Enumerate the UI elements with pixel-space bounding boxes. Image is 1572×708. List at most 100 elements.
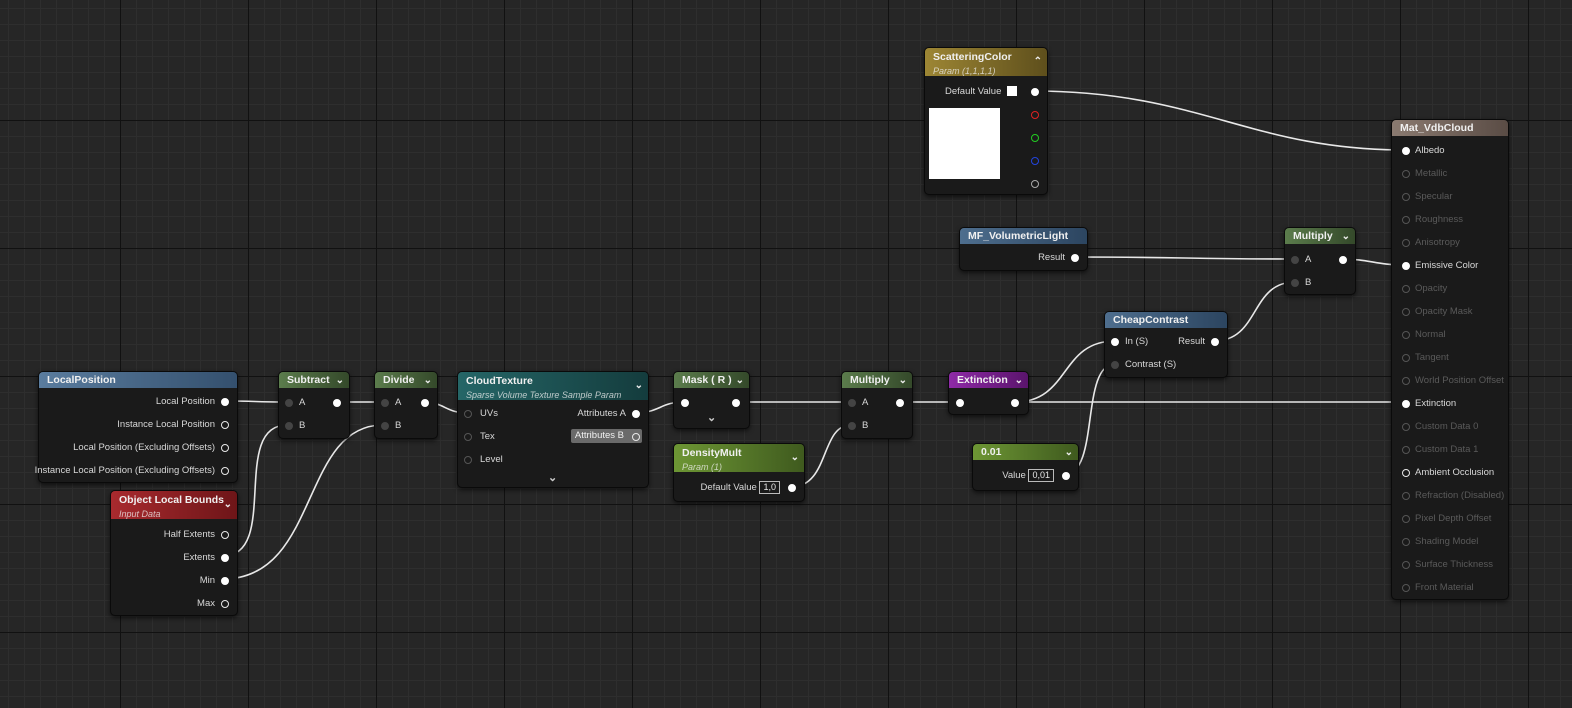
output-pin[interactable] bbox=[732, 399, 740, 407]
material-input-pin[interactable] bbox=[1402, 377, 1410, 385]
output-pin[interactable] bbox=[221, 577, 229, 585]
material-input-pin[interactable] bbox=[1402, 423, 1410, 431]
output-pin[interactable] bbox=[896, 399, 904, 407]
material-input-pin[interactable] bbox=[1402, 538, 1410, 546]
node-subtract[interactable]: Subtract ⌄ A B bbox=[278, 371, 350, 439]
material-input-pin[interactable] bbox=[1402, 492, 1410, 500]
chevron-down-icon[interactable]: ⌄ bbox=[548, 471, 557, 484]
input-pin[interactable] bbox=[848, 422, 856, 430]
input-pin[interactable] bbox=[681, 399, 689, 407]
input-pin[interactable] bbox=[1111, 338, 1119, 346]
color-swatch[interactable] bbox=[1007, 86, 1017, 97]
material-input-pin[interactable] bbox=[1402, 400, 1410, 408]
node-multiply-top[interactable]: Multiply ⌄ A B bbox=[1284, 227, 1356, 295]
material-input-pin[interactable] bbox=[1402, 446, 1410, 454]
output-pin-a[interactable] bbox=[1031, 180, 1039, 188]
input-label: Level bbox=[480, 454, 503, 465]
wire-extinction-to-cheapcontrast bbox=[1014, 340, 1116, 403]
output-pin[interactable] bbox=[1071, 254, 1079, 262]
chevron-down-icon[interactable]: ⌄ bbox=[1342, 229, 1350, 244]
chevron-down-icon[interactable]: ⌄ bbox=[707, 411, 716, 424]
input-pin[interactable] bbox=[381, 422, 389, 430]
input-pin[interactable] bbox=[381, 399, 389, 407]
material-input-pin[interactable] bbox=[1402, 170, 1410, 178]
chevron-down-icon[interactable]: ⌄ bbox=[635, 379, 643, 393]
material-input-pin[interactable] bbox=[1402, 584, 1410, 592]
output-pin[interactable] bbox=[1211, 338, 1219, 346]
chevron-down-icon[interactable]: ⌄ bbox=[899, 373, 907, 388]
node-header: 0.01 ⌄ bbox=[973, 444, 1078, 460]
output-pin-r[interactable] bbox=[1031, 111, 1039, 119]
output-pin[interactable] bbox=[221, 444, 229, 452]
node-constant[interactable]: 0.01 ⌄ Value 0,01 bbox=[972, 443, 1079, 491]
material-input-pin[interactable] bbox=[1402, 193, 1410, 201]
output-pin[interactable] bbox=[1011, 399, 1019, 407]
node-cloud-texture[interactable]: CloudTexture Sparse Volume Texture Sampl… bbox=[457, 371, 649, 488]
node-material-result[interactable]: Mat_VdbCloud Albedo Metallic Specular Rough… bbox=[1391, 119, 1509, 600]
material-input-pin[interactable] bbox=[1402, 262, 1410, 270]
material-input-pin[interactable] bbox=[1402, 285, 1410, 293]
output-pin-b[interactable] bbox=[1031, 157, 1039, 165]
value-input[interactable]: 0,01 bbox=[1028, 469, 1054, 482]
material-input-pin[interactable] bbox=[1402, 515, 1410, 523]
output-pin-g[interactable] bbox=[1031, 134, 1039, 142]
output-pin[interactable] bbox=[632, 433, 640, 441]
output-pin-rgb[interactable] bbox=[1031, 88, 1039, 96]
chevron-down-icon[interactable]: ⌄ bbox=[224, 498, 232, 512]
input-pin[interactable] bbox=[956, 399, 964, 407]
input-pin[interactable] bbox=[285, 399, 293, 407]
output-pin[interactable] bbox=[788, 484, 796, 492]
node-subtitle: Param (1) bbox=[682, 462, 723, 472]
material-input-pin[interactable] bbox=[1402, 331, 1410, 339]
default-value-input[interactable]: 1,0 bbox=[759, 481, 780, 494]
material-input-pin[interactable] bbox=[1402, 354, 1410, 362]
input-pin[interactable] bbox=[848, 399, 856, 407]
input-pin[interactable] bbox=[1291, 279, 1299, 287]
node-divide[interactable]: Divide ⌄ A B bbox=[374, 371, 438, 439]
node-multiply-mid[interactable]: Multiply ⌄ A B bbox=[841, 371, 913, 439]
chevron-down-icon[interactable]: ⌄ bbox=[424, 373, 432, 388]
input-label: B bbox=[862, 420, 869, 431]
input-pin[interactable] bbox=[464, 410, 472, 418]
output-pin[interactable] bbox=[221, 398, 229, 406]
node-scattering-color[interactable]: ScatteringColor Param (1,1,1,1) ⌃ Defaul… bbox=[924, 47, 1048, 195]
output-pin[interactable] bbox=[221, 467, 229, 475]
chevron-up-icon[interactable]: ⌃ bbox=[1034, 55, 1042, 69]
node-object-local-bounds[interactable]: Object Local Bounds Input Data ⌄ Half Ex… bbox=[110, 490, 238, 616]
node-header: Object Local Bounds Input Data ⌄ bbox=[111, 491, 237, 519]
input-pin[interactable] bbox=[1111, 361, 1119, 369]
output-pin[interactable] bbox=[221, 600, 229, 608]
output-pin[interactable] bbox=[1339, 256, 1347, 264]
output-pin[interactable] bbox=[632, 410, 640, 418]
material-input-label: Shading Model bbox=[1415, 536, 1479, 547]
material-input-pin[interactable] bbox=[1402, 561, 1410, 569]
output-pin[interactable] bbox=[333, 399, 341, 407]
chevron-down-icon[interactable]: ⌄ bbox=[736, 373, 744, 388]
chevron-down-icon[interactable]: ⌄ bbox=[791, 451, 799, 465]
node-title: LocalPosition bbox=[47, 374, 116, 386]
material-input-pin[interactable] bbox=[1402, 216, 1410, 224]
output-label: Instance Local Position bbox=[117, 419, 215, 430]
chevron-down-icon[interactable]: ⌄ bbox=[336, 373, 344, 388]
input-pin[interactable] bbox=[464, 433, 472, 441]
material-input-pin[interactable] bbox=[1402, 308, 1410, 316]
node-cheap-contrast[interactable]: CheapContrast In (S) Contrast (S) Result bbox=[1104, 311, 1228, 378]
node-mf-volumetric-light[interactable]: MF_VolumetricLight Result bbox=[959, 227, 1088, 271]
output-pin[interactable] bbox=[221, 554, 229, 562]
chevron-down-icon[interactable]: ⌄ bbox=[1065, 445, 1073, 460]
node-density-mult[interactable]: DensityMult Param (1) ⌄ Default Value 1,… bbox=[673, 443, 805, 502]
input-pin[interactable] bbox=[285, 422, 293, 430]
material-input-pin[interactable] bbox=[1402, 469, 1410, 477]
node-local-position[interactable]: LocalPosition Local Position Instance Lo… bbox=[35, 371, 238, 483]
node-mask[interactable]: Mask ( R ) ⌄ ⌄ bbox=[673, 371, 750, 429]
material-input-pin[interactable] bbox=[1402, 147, 1410, 155]
output-pin[interactable] bbox=[421, 399, 429, 407]
material-input-pin[interactable] bbox=[1402, 239, 1410, 247]
output-pin[interactable] bbox=[221, 421, 229, 429]
output-pin[interactable] bbox=[1062, 472, 1070, 480]
input-pin[interactable] bbox=[464, 456, 472, 464]
input-pin[interactable] bbox=[1291, 256, 1299, 264]
chevron-down-icon[interactable]: ⌄ bbox=[1015, 373, 1023, 388]
node-extinction[interactable]: Extinction ⌄ bbox=[948, 371, 1029, 415]
output-pin[interactable] bbox=[221, 531, 229, 539]
